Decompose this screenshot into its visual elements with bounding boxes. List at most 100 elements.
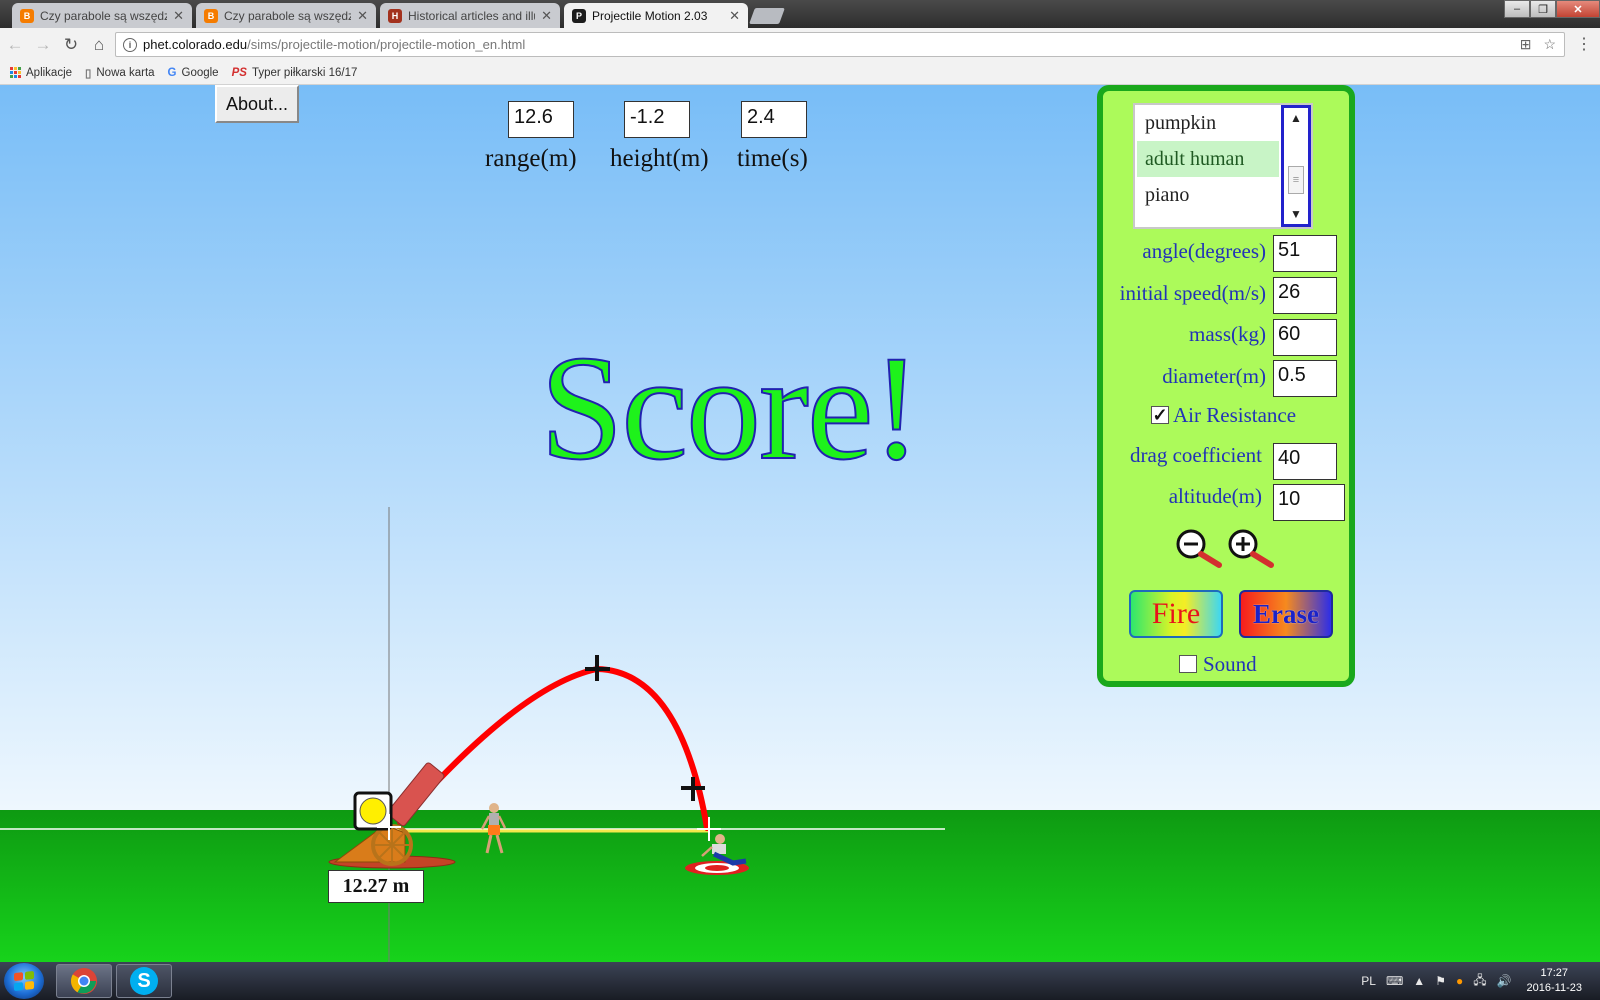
browser-toolbar: ← → ↻ ⌂ i phet.colorado.edu/sims/project… [0, 28, 1600, 61]
bookmark-apps-label: Aplikacje [26, 66, 73, 79]
menu-icon[interactable]: ⋮ [1576, 34, 1592, 54]
minimize-button[interactable]: – [1504, 0, 1530, 18]
system-tray: PL ⌨ ▲ ⚑ ● 🖧 🔊 17:27 2016-11-23 [1356, 962, 1600, 1000]
back-icon[interactable]: ← [2, 32, 28, 58]
screen: B Czy parabole są wszędzie ✕ B Czy parab… [0, 0, 1600, 1000]
avast-icon[interactable]: ● [1456, 974, 1463, 988]
forward-icon[interactable]: → [30, 32, 56, 58]
scene-graphics [0, 507, 945, 962]
scroll-down-icon[interactable]: ▼ [1284, 204, 1308, 224]
speed-input[interactable]: 26 [1273, 277, 1337, 314]
list-item-pumpkin[interactable]: pumpkin [1137, 105, 1279, 141]
chrome-icon [71, 968, 97, 994]
close-icon[interactable]: ✕ [729, 8, 740, 24]
bookmark-apps[interactable]: Aplikacje [10, 67, 72, 79]
url-host: phet.colorado.edu [143, 37, 248, 52]
tab-4-label: Projectile Motion 2.03 [592, 9, 708, 23]
skype-icon: S [130, 967, 158, 995]
yellow-ball [359, 797, 387, 825]
maximize-button[interactable]: ❐ [1530, 0, 1556, 18]
volume-icon[interactable]: 🔊 [1497, 974, 1512, 988]
article-site-icon: H [388, 8, 402, 23]
angle-input[interactable]: 51 [1273, 235, 1337, 272]
apps-grid-icon [10, 67, 21, 78]
close-window-button[interactable]: ✕ [1556, 0, 1600, 18]
keyboard-icon[interactable]: ⌨ [1386, 974, 1403, 988]
sound-label: Sound [1203, 652, 1257, 676]
air-resistance-label: Air Resistance [1173, 403, 1297, 427]
start-button[interactable] [4, 963, 44, 999]
erase-button[interactable]: Erase [1239, 590, 1333, 638]
bookmark-new-tab-label: Nowa karta [96, 66, 155, 79]
tab-4-active[interactable]: P Projectile Motion 2.03 ✕ [564, 3, 748, 29]
scroll-thumb[interactable]: ≡ [1288, 166, 1304, 194]
trajectory-path [397, 665, 710, 831]
network-icon[interactable]: 🖧 [1473, 971, 1486, 992]
language-indicator[interactable]: PL [1361, 974, 1376, 988]
new-tab-button[interactable] [749, 8, 785, 24]
reload-icon[interactable]: ↻ [58, 32, 84, 58]
google-icon: G [167, 66, 177, 79]
tab-1-label: Czy parabole są wszędzie [40, 8, 168, 23]
altitude-input[interactable]: 10 [1273, 484, 1345, 521]
zoom-out-icon[interactable] [1175, 528, 1227, 568]
show-hidden-icons-icon[interactable]: ▲ [1413, 974, 1425, 988]
home-icon[interactable]: ⌂ [86, 32, 112, 58]
angle-label: angle(degrees) [1142, 239, 1266, 263]
tab-2-label: Czy parabole są wszędzie [224, 8, 352, 23]
blogger-icon: B [20, 8, 34, 23]
window-controls: – ❐ ✕ [1504, 0, 1600, 18]
close-icon[interactable]: ✕ [541, 8, 552, 24]
flag-icon[interactable]: ⚑ [1435, 974, 1446, 988]
speed-label: initial speed(m/s) [1119, 281, 1266, 305]
simulation-canvas[interactable]: About... 12.6 -1.2 2.4 range(m) height(m… [0, 85, 1600, 962]
taskbar: S PL ⌨ ▲ ⚑ ● 🖧 🔊 17:27 2016-11-23 [0, 962, 1600, 1000]
skype-taskbar-button[interactable]: S [116, 964, 172, 998]
sound-checkbox[interactable] [1179, 655, 1197, 673]
close-icon[interactable]: ✕ [357, 8, 368, 24]
projectile-list-items: pumpkin adult human piano [1137, 105, 1279, 213]
close-icon[interactable]: ✕ [173, 8, 184, 24]
drag-label: drag coefficient [1130, 443, 1262, 467]
omnibox-actions: ⊞ ☆ [1520, 36, 1556, 53]
bookmark-new-tab[interactable]: ▯ Nowa karta [85, 66, 155, 80]
tab-1[interactable]: B Czy parabole są wszędzie ✕ [12, 3, 192, 28]
zoom-in-icon[interactable] [1227, 528, 1279, 568]
scroll-up-icon[interactable]: ▲ [1284, 108, 1308, 128]
translate-icon[interactable]: ⊞ [1520, 36, 1532, 53]
clock-date: 2016-11-23 [1526, 982, 1582, 994]
clock[interactable]: 17:27 2016-11-23 [1527, 966, 1582, 996]
list-item-adult-human[interactable]: adult human [1137, 141, 1279, 177]
bookmark-google-label: Google [181, 66, 219, 79]
star-icon[interactable]: ☆ [1543, 36, 1556, 53]
page-icon: ▯ [85, 67, 92, 80]
altitude-label: altitude(m) [1168, 484, 1262, 508]
bookmark-google[interactable]: G Google [168, 67, 219, 79]
list-item-piano[interactable]: piano [1137, 177, 1279, 213]
url-path: /sims/projectile-motion/projectile-motio… [247, 37, 526, 52]
tab-3-label: Historical articles and illu [408, 8, 536, 23]
address-bar[interactable]: i phet.colorado.edu/sims/projectile-moti… [115, 32, 1565, 57]
bookmark-typer[interactable]: PS Typer piłkarski 16/17 [232, 67, 358, 79]
cannon-barrel[interactable] [386, 762, 445, 827]
tab-3[interactable]: H Historical articles and illu ✕ [380, 3, 560, 28]
blogger-icon: B [204, 8, 218, 23]
control-panel: pumpkin adult human piano ▲ ≡ ▼ angle(de… [1097, 85, 1355, 687]
drag-input[interactable]: 40 [1273, 443, 1337, 480]
chrome-taskbar-button[interactable] [56, 964, 112, 998]
tape-measure-readout[interactable]: 12.27 m [328, 870, 424, 903]
phet-icon: P [572, 9, 586, 23]
bookmark-typer-label: Typer piłkarski 16/17 [251, 66, 358, 79]
browser-tab-strip: B Czy parabole są wszędzie ✕ B Czy parab… [0, 0, 1600, 29]
fire-button[interactable]: Fire [1129, 590, 1223, 638]
projectile-list[interactable]: pumpkin adult human piano ▲ ≡ ▼ [1133, 103, 1313, 229]
list-scrollbar[interactable]: ▲ ≡ ▼ [1281, 105, 1311, 227]
mass-input[interactable]: 60 [1273, 319, 1337, 356]
human-figure-icon [480, 803, 507, 854]
mass-label: mass(kg) [1189, 322, 1266, 346]
ps-icon: PS [231, 66, 247, 79]
diameter-input[interactable]: 0.5 [1273, 360, 1337, 397]
info-icon[interactable]: i [123, 37, 137, 52]
tab-2[interactable]: B Czy parabole są wszędzie ✕ [196, 3, 376, 28]
air-resistance-checkbox[interactable]: ✓ [1151, 406, 1169, 424]
